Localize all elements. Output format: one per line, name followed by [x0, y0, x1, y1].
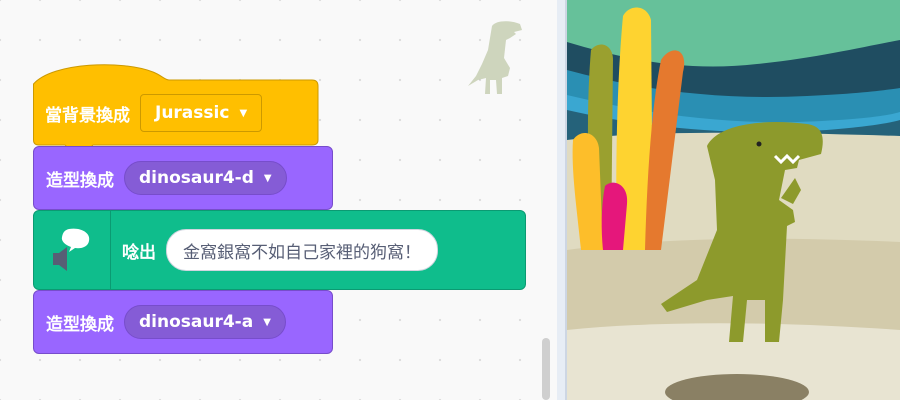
- block-label: 造型換成: [46, 314, 114, 335]
- switch-costume-block[interactable]: 造型換成 dinosaur4-d ▼: [33, 146, 333, 210]
- stage-scene: [567, 0, 900, 400]
- switch-costume-block[interactable]: 造型換成 dinosaur4-a ▼: [33, 290, 333, 354]
- backdrop-dropdown[interactable]: Jurassic ▼: [140, 94, 263, 132]
- sprite-ghost-icon: [468, 21, 522, 94]
- speak-text-input[interactable]: 金窩銀窩不如自己家裡的狗窩！: [166, 229, 438, 271]
- dropdown-value: dinosaur4-a: [139, 312, 254, 332]
- extension-icon-area: [34, 211, 111, 289]
- costume-dropdown[interactable]: dinosaur4-d ▼: [124, 161, 287, 195]
- chevron-down-icon: ▼: [263, 316, 271, 328]
- stage-canvas[interactable]: [567, 0, 900, 400]
- text-to-speech-speak-block[interactable]: 唸出 金窩銀窩不如自己家裡的狗窩！: [33, 210, 526, 290]
- dropdown-value: Jurassic: [155, 103, 230, 123]
- chevron-down-icon: ▼: [263, 172, 272, 184]
- chevron-down-icon: ▼: [239, 107, 248, 119]
- block-label: 造型換成: [46, 170, 114, 191]
- when-backdrop-switches-block[interactable]: 當背景換成 Jurassic ▼: [33, 58, 319, 146]
- code-workspace[interactable]: 當背景換成 Jurassic ▼ 造型換成 dinosaur4-d ▼ 唸出 金…: [0, 0, 557, 400]
- costume-dropdown[interactable]: dinosaur4-a ▼: [124, 305, 286, 339]
- speaker-icon: [53, 228, 90, 271]
- block-label: 當背景換成: [45, 105, 130, 126]
- workspace-scrollbar[interactable]: [542, 338, 550, 400]
- block-label: 唸出: [122, 242, 156, 263]
- dropdown-value: dinosaur4-d: [139, 168, 254, 188]
